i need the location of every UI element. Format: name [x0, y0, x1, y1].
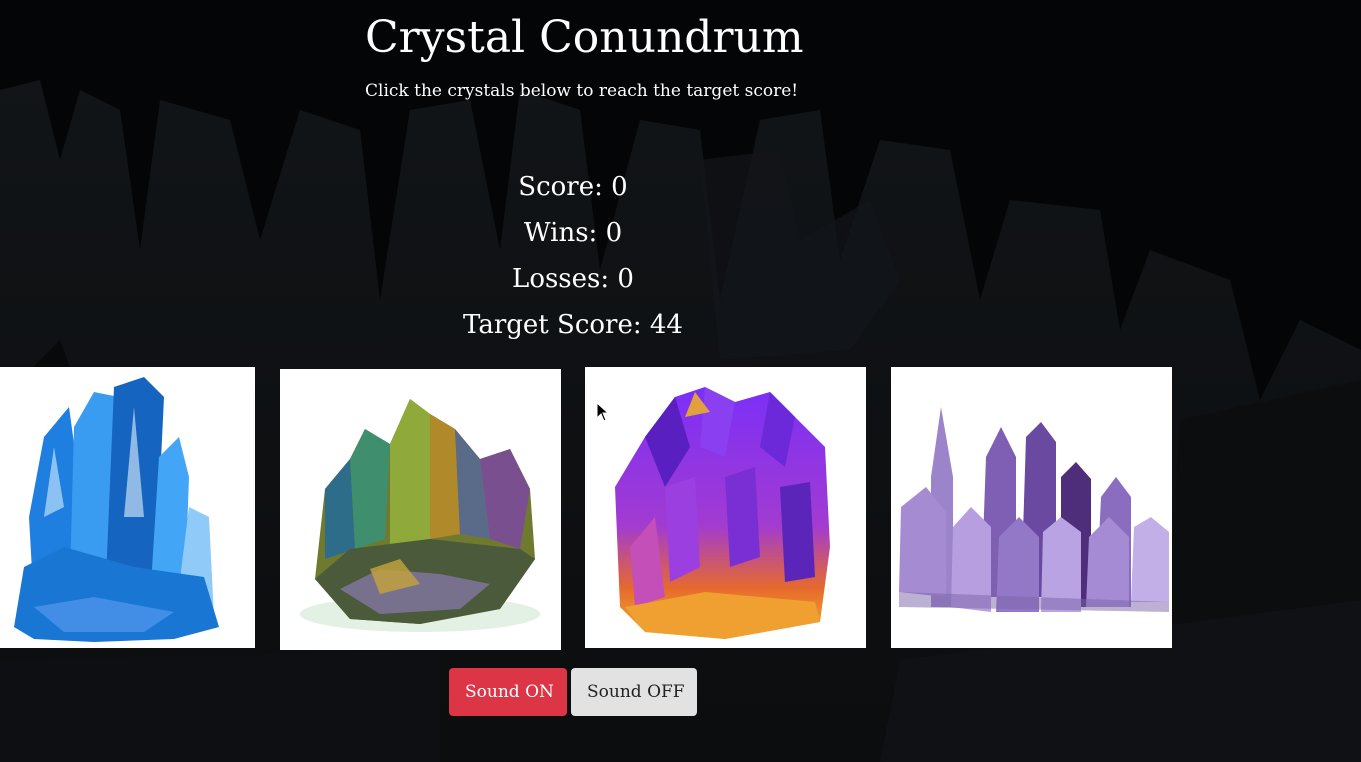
instructions-text: Click the crystals below to reach the ta…: [365, 81, 799, 101]
game-page: Crystal Conundrum Click the crystals bel…: [0, 0, 1361, 762]
rainbow-crystal-icon: [280, 369, 561, 650]
crystal-button-amethyst[interactable]: [891, 367, 1172, 648]
sound-off-button[interactable]: Sound OFF: [571, 668, 697, 716]
amethyst-crystal-icon: [891, 367, 1172, 648]
crystal-button-purple-gold[interactable]: [585, 367, 866, 648]
blue-crystal-icon: [0, 367, 255, 648]
mouse-pointer-icon: [596, 402, 610, 422]
stats-panel: Score: 0 Wins: 0 Losses: 0 Target Score:…: [373, 164, 773, 348]
crystal-button-rainbow[interactable]: [280, 369, 561, 650]
target-score-display: Target Score: 44: [463, 310, 683, 340]
sound-on-button[interactable]: Sound ON: [449, 668, 567, 716]
page-title: Crystal Conundrum: [365, 12, 804, 63]
score-display: Score: 0: [518, 172, 628, 202]
wins-display: Wins: 0: [523, 218, 623, 248]
purple-gold-crystal-icon: [585, 367, 866, 648]
losses-display: Losses: 0: [512, 264, 634, 294]
crystal-button-blue[interactable]: [0, 367, 255, 648]
crystal-row: [0, 367, 1361, 650]
